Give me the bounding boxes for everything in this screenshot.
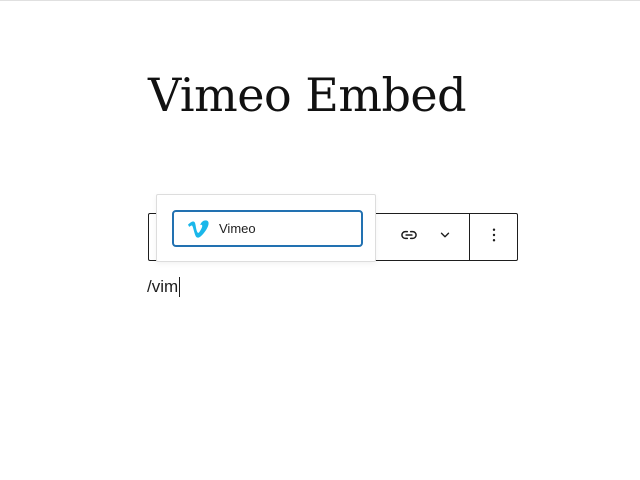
link-icon bbox=[399, 225, 419, 250]
block-options-button[interactable] bbox=[470, 214, 517, 260]
paragraph-block[interactable]: /vim bbox=[147, 275, 181, 299]
vimeo-icon bbox=[187, 218, 209, 240]
more-options-dropdown-button[interactable] bbox=[429, 214, 461, 260]
autocomplete-option-label: Vimeo bbox=[219, 221, 256, 236]
post-title[interactable]: Vimeo Embed bbox=[148, 64, 467, 126]
editor-top-border bbox=[0, 0, 640, 1]
more-vertical-icon bbox=[485, 226, 503, 249]
chevron-down-icon bbox=[438, 228, 452, 247]
text-caret bbox=[179, 277, 181, 297]
autocomplete-option-vimeo[interactable]: Vimeo bbox=[172, 210, 363, 247]
link-button[interactable] bbox=[393, 214, 425, 260]
block-autocomplete-popover: Vimeo bbox=[156, 194, 376, 262]
paragraph-text: /vim bbox=[147, 277, 179, 296]
